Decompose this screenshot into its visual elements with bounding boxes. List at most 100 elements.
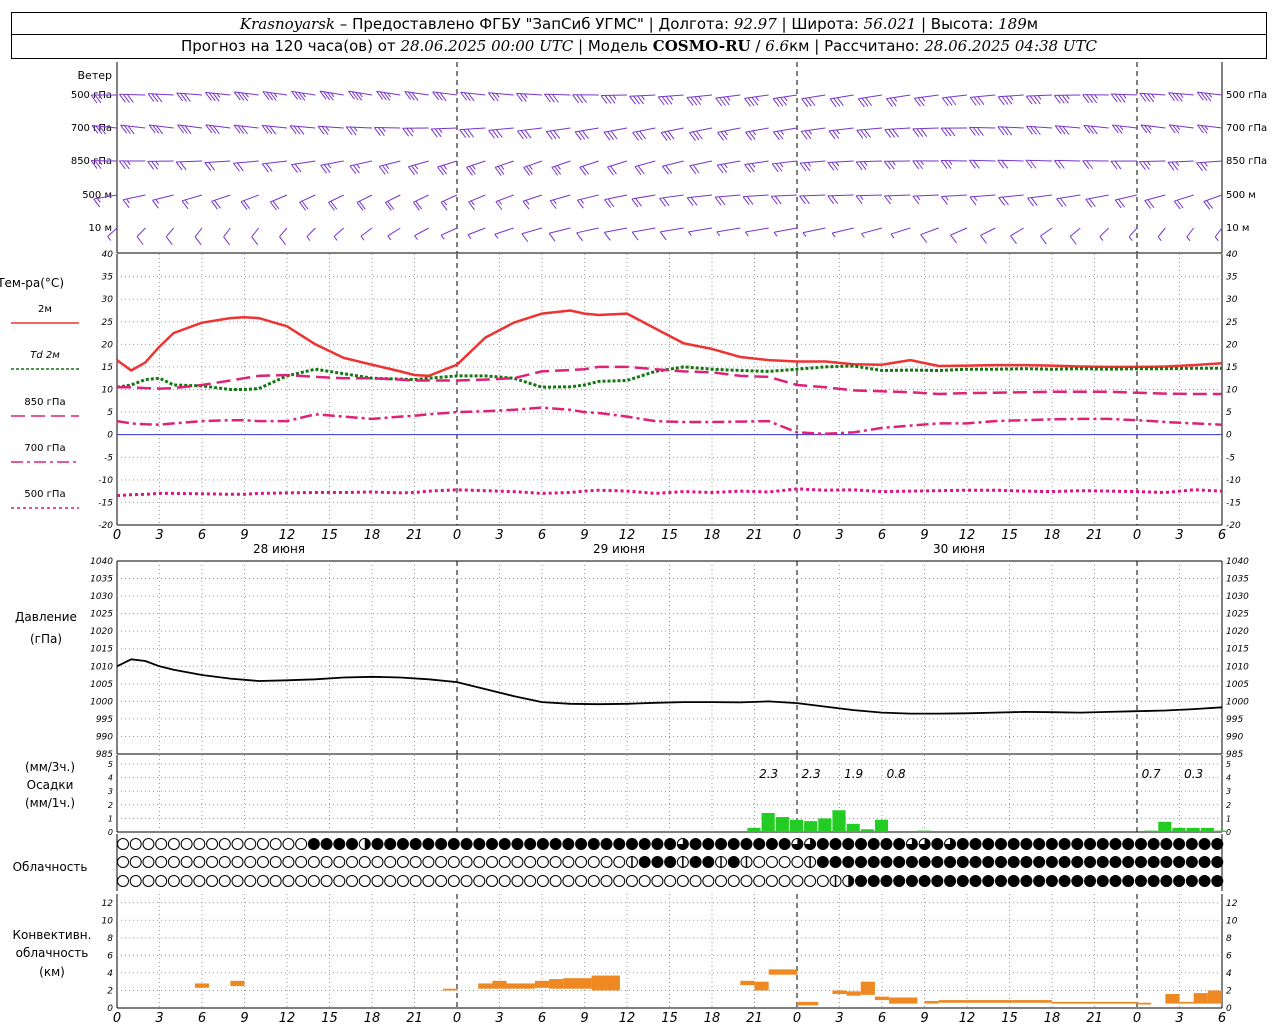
cloud-symbol-clear bbox=[409, 875, 422, 887]
cloud-symbol-overcast bbox=[918, 875, 931, 887]
wind-barb bbox=[1082, 94, 1109, 104]
wind-barb-feather bbox=[152, 125, 160, 134]
wind-barb-feather bbox=[127, 125, 135, 135]
temp-tick-label: 5 bbox=[1226, 408, 1232, 418]
wind-barb-feather bbox=[155, 160, 160, 166]
wind-barb-feather bbox=[861, 233, 865, 238]
wind-barb-shaft bbox=[521, 227, 543, 235]
convective-bar bbox=[889, 997, 918, 1004]
wind-barb bbox=[233, 124, 259, 135]
wind-barb-shaft bbox=[467, 227, 486, 236]
wind-barb-feather bbox=[698, 96, 702, 101]
cloud-symbol-overcast bbox=[956, 856, 969, 868]
wind-barb-feather bbox=[385, 164, 390, 169]
wind-barb-shaft bbox=[495, 194, 514, 203]
wind-barb-feather bbox=[780, 130, 785, 135]
wind-barb bbox=[544, 93, 571, 103]
pressure-tick-label: 1025 bbox=[1226, 610, 1249, 620]
wind-barb bbox=[802, 227, 826, 237]
cloud-symbol-clear bbox=[269, 856, 282, 868]
hour-tick-label: 6 bbox=[198, 528, 206, 543]
wind-barb-shaft bbox=[716, 227, 741, 233]
hour-tick-label: 3 bbox=[1175, 1011, 1183, 1024]
conv-title-2: облачность bbox=[16, 946, 89, 960]
wind-level-label: 500 гПа bbox=[1226, 90, 1267, 101]
wind-barb bbox=[579, 160, 599, 176]
cloud-symbol-overcast bbox=[1160, 875, 1173, 887]
cloud-symbol-overcast bbox=[944, 875, 957, 887]
precip-tick-label: 3 bbox=[108, 787, 113, 796]
wind-barb bbox=[856, 127, 883, 139]
hour-tick-label: 6 bbox=[538, 1011, 546, 1024]
wind-barb bbox=[521, 227, 543, 243]
wind-barb bbox=[969, 194, 996, 206]
wind-barb-shaft bbox=[1056, 194, 1081, 200]
wind-barb bbox=[349, 160, 373, 175]
convective-bar bbox=[874, 996, 890, 1001]
conv-tick-label: 2 bbox=[1226, 986, 1232, 996]
wind-barb bbox=[467, 227, 486, 240]
cloud-symbol-clear bbox=[511, 875, 524, 887]
wind-barb bbox=[147, 160, 174, 170]
precip-bar bbox=[789, 819, 804, 832]
wind-barb bbox=[744, 227, 769, 237]
conv-tick-label: 8 bbox=[107, 934, 113, 944]
wind-barb-shaft bbox=[240, 194, 259, 203]
cloud-symbol-overcast bbox=[664, 838, 677, 850]
wind-barb-shaft bbox=[387, 227, 401, 237]
hour-tick-label: 15 bbox=[1001, 1011, 1018, 1024]
wind-barb bbox=[770, 194, 798, 205]
temp-tick-label: -5 bbox=[1226, 453, 1235, 463]
cloud-symbol-clear bbox=[791, 856, 804, 868]
cloud-symbol-clear bbox=[256, 875, 269, 887]
cloud-symbol-clear bbox=[384, 875, 397, 887]
wind-barb bbox=[884, 127, 911, 138]
wind-barb-feather bbox=[1146, 161, 1151, 166]
hour-tick-label: 0 bbox=[1133, 528, 1141, 543]
wind-barb-feather bbox=[921, 96, 926, 102]
wind-barb bbox=[912, 160, 939, 170]
wind-barb-shaft bbox=[687, 194, 713, 199]
cloud-symbol-overcast bbox=[1185, 875, 1198, 887]
wind-barb-feather bbox=[180, 125, 188, 134]
cloud-symbol-clear bbox=[600, 875, 613, 887]
convective-bar bbox=[1165, 993, 1180, 1004]
wind-barb-shaft bbox=[601, 94, 628, 97]
cloud-symbol-half bbox=[364, 838, 371, 850]
hour-tick-label: 21 bbox=[406, 528, 423, 543]
wind-barb-shaft bbox=[607, 160, 628, 168]
cloud-symbol-overcast bbox=[1096, 838, 1109, 850]
temp-tick-label: 25 bbox=[102, 318, 114, 328]
cloud-symbol-clear bbox=[129, 856, 142, 868]
wind-barb bbox=[1083, 124, 1109, 135]
wind-barb-feather bbox=[500, 165, 505, 170]
temp-tick-label: 40 bbox=[102, 250, 114, 260]
wind-barb-shaft bbox=[604, 194, 628, 201]
wind-barb-feather bbox=[124, 125, 131, 134]
wind-barb-shaft bbox=[884, 194, 911, 197]
convective-bar bbox=[1137, 1002, 1152, 1005]
cloud-symbol-overcast bbox=[1007, 875, 1020, 887]
cloud-symbol-overcast bbox=[1109, 875, 1122, 887]
wind-barb-feather bbox=[432, 91, 440, 101]
wind-barb-shaft bbox=[1112, 124, 1138, 129]
hour-tick-label: 6 bbox=[538, 528, 546, 543]
cloud-symbol-overcast bbox=[1058, 875, 1071, 887]
wind-barb bbox=[742, 194, 769, 205]
wind-barb bbox=[716, 160, 741, 174]
wind-barb bbox=[883, 160, 911, 170]
cloud-symbol-overcast bbox=[994, 838, 1007, 850]
wind-barb-shaft bbox=[689, 160, 713, 167]
wind-barb-shaft bbox=[884, 127, 911, 131]
wind-barb-feather bbox=[641, 95, 645, 100]
precip-bar bbox=[1144, 830, 1158, 832]
conv-unit: (км) bbox=[39, 965, 65, 979]
precip-unit-bottom: (мм/1ч.) bbox=[25, 796, 75, 810]
wind-barb-shaft bbox=[629, 94, 656, 97]
cloud-symbol-overcast bbox=[880, 856, 893, 868]
wind-barb-feather bbox=[1175, 161, 1180, 167]
wind-barb bbox=[716, 227, 741, 237]
convective-bar bbox=[740, 980, 755, 986]
cloud-symbol-overcast bbox=[1160, 856, 1173, 868]
wind-barb-shaft bbox=[1027, 194, 1053, 199]
